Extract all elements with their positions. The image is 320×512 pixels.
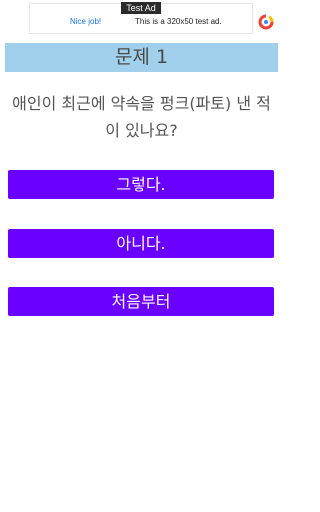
answer-no-button[interactable]: 아니다. <box>8 229 274 258</box>
question-number-title: 문제 1 <box>5 43 278 72</box>
question-text: 애인이 최근에 약속을 펑크(파토) 낸 적이 있나요? <box>12 94 271 140</box>
adchoices-icon[interactable] <box>258 14 274 30</box>
ad-text[interactable]: This is a 320x50 test ad. <box>135 17 222 26</box>
ad-nice-job[interactable]: Nice job! <box>70 17 101 26</box>
quiz-screen: Nice job! This is a 320x50 test ad. Test… <box>0 0 283 512</box>
restart-button[interactable]: 처음부터 <box>8 287 274 316</box>
answer-yes-button[interactable]: 그렇다. <box>8 170 274 199</box>
test-ad-badge: Test Ad <box>121 2 161 14</box>
